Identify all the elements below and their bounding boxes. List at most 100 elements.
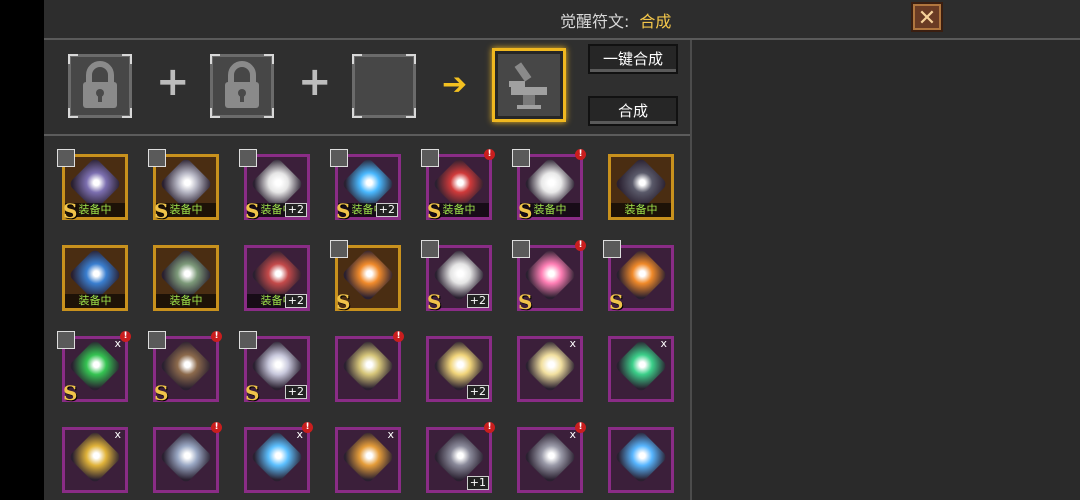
equipped-label: 装备中 (156, 294, 216, 308)
arrow-right-icon: ➔ (442, 67, 468, 102)
rune-grade: S (518, 290, 533, 314)
rune-slot[interactable]: 装备中 (62, 245, 128, 311)
rune-grade: S (154, 381, 169, 405)
hero-portrait-icon (421, 149, 439, 167)
rune-slot[interactable]: ! S (512, 240, 586, 314)
alert-dot-icon: ! (484, 422, 495, 433)
title-label: 觉醒符文: (560, 12, 630, 31)
rune-slot[interactable]: ! (335, 331, 404, 402)
rune-grade: S (336, 290, 351, 314)
rune-grade: S (63, 199, 78, 223)
rune-grade: S (154, 199, 169, 223)
rune-slot[interactable]: 装备中 +2 S (330, 149, 401, 223)
rune-slot[interactable]: 装备中 +2 S (239, 149, 310, 223)
rune-grade: S (609, 290, 624, 314)
rune-slot[interactable]: ! 装备中 S (512, 149, 586, 223)
rune-slot[interactable]: S (330, 240, 401, 314)
alert-dot-icon: ! (575, 240, 586, 251)
hero-portrait-icon (330, 240, 348, 258)
alert-dot-icon: ! (575, 422, 586, 433)
rune-count: x (296, 428, 303, 441)
rune-slot[interactable]: x (517, 336, 583, 402)
rune-slot[interactable]: ! +1 (426, 422, 495, 493)
rune-slot[interactable]: ! x (244, 422, 313, 493)
equipped-label: 装备中 (611, 203, 671, 217)
rune-slot[interactable]: +2 S (421, 240, 492, 314)
rune-grade: S (427, 199, 442, 223)
lock-icon (225, 61, 259, 108)
material-slot-2[interactable] (210, 54, 274, 118)
hero-portrait-icon (421, 240, 439, 258)
rune-level: +2 (284, 203, 307, 217)
alert-dot-icon: ! (120, 331, 131, 342)
header-bar: 觉醒符文: 合成 ✕ (44, 0, 1080, 40)
rune-grade: S (245, 199, 260, 223)
rune-grid: 装备中 S 装备中 S 装备中 +2 S 装备中 +2 S! 装备中 S! 装备中 S 装备中 装备中 装备中装… (44, 136, 690, 500)
hero-portrait-icon (239, 331, 257, 349)
alert-dot-icon: ! (484, 149, 495, 160)
hero-portrait-icon (239, 149, 257, 167)
close-button[interactable]: ✕ (911, 2, 943, 32)
rune-slot[interactable]: ! x S (57, 331, 131, 405)
rune-level: +2 (284, 385, 307, 399)
alert-dot-icon: ! (211, 422, 222, 433)
rune-level: +2 (375, 203, 398, 217)
rune-slot[interactable]: +2 (426, 336, 492, 402)
synthesize-button[interactable]: 合成 (588, 96, 678, 126)
rune-count: x (660, 337, 667, 350)
hero-portrait-icon (148, 149, 166, 167)
plus-sign-1: + (156, 59, 190, 105)
rune-count: x (569, 337, 576, 350)
rune-count: x (114, 428, 121, 441)
rune-slot[interactable]: x (335, 427, 401, 493)
hero-portrait-icon (57, 331, 75, 349)
hero-portrait-icon (330, 149, 348, 167)
rune-count: x (114, 337, 121, 350)
right-empty-pane (692, 40, 1080, 500)
rune-level: +1 (466, 476, 489, 490)
alert-dot-icon: ! (211, 331, 222, 342)
hero-portrait-icon (148, 331, 166, 349)
hero-portrait-icon (512, 149, 530, 167)
hero-portrait-icon (57, 149, 75, 167)
rune-level: +2 (466, 385, 489, 399)
rune-slot[interactable]: 装备中 S (57, 149, 128, 223)
rune-count: x (387, 428, 394, 441)
rune-level: +2 (466, 294, 489, 308)
result-slot[interactable] (492, 48, 566, 122)
hero-portrait-icon (603, 240, 621, 258)
material-slot-1[interactable] (68, 54, 132, 118)
plus-sign-2: + (298, 59, 332, 105)
rune-slot[interactable] (608, 427, 674, 493)
equipped-label: 装备中 (65, 294, 125, 308)
rune-slot[interactable]: ! 装备中 S (421, 149, 495, 223)
rune-grade: S (63, 381, 78, 405)
rune-slot[interactable]: ! x (517, 422, 586, 493)
rune-gem-icon (341, 339, 395, 393)
anvil-icon (509, 62, 547, 109)
hero-portrait-icon (512, 240, 530, 258)
close-icon: ✕ (917, 6, 937, 31)
rune-slot[interactable]: 装备中 (608, 154, 674, 220)
rune-slot[interactable]: 装备中 S (148, 149, 219, 223)
rune-slot[interactable]: ! (153, 422, 222, 493)
rune-slot[interactable]: 装备中 +2 (244, 245, 310, 311)
rune-slot[interactable]: 装备中 (153, 245, 219, 311)
rune-slot[interactable]: x (62, 427, 128, 493)
rune-level: +2 (284, 294, 307, 308)
title-mode: 合成 (639, 12, 672, 31)
alert-dot-icon: ! (575, 149, 586, 160)
alert-dot-icon: ! (302, 422, 313, 433)
rune-grade: S (518, 199, 533, 223)
rune-gem-icon (614, 430, 668, 484)
rune-grade: S (427, 290, 442, 314)
rune-slot[interactable]: +2 S (239, 331, 310, 405)
one-click-synthesize-button[interactable]: 一键合成 (588, 44, 678, 74)
rune-slot[interactable]: ! S (148, 331, 222, 405)
material-slot-3[interactable] (352, 54, 416, 118)
rune-slot[interactable]: x (608, 336, 674, 402)
rune-grade: S (336, 199, 351, 223)
page-title: 觉醒符文: 合成 (560, 8, 671, 32)
synthesis-panel: + + ➔ 一键合成 合成 装备中 S 装备中 S 装备中 +2 S 装备中 +2 S (44, 40, 692, 500)
rune-slot[interactable]: S (603, 240, 674, 314)
